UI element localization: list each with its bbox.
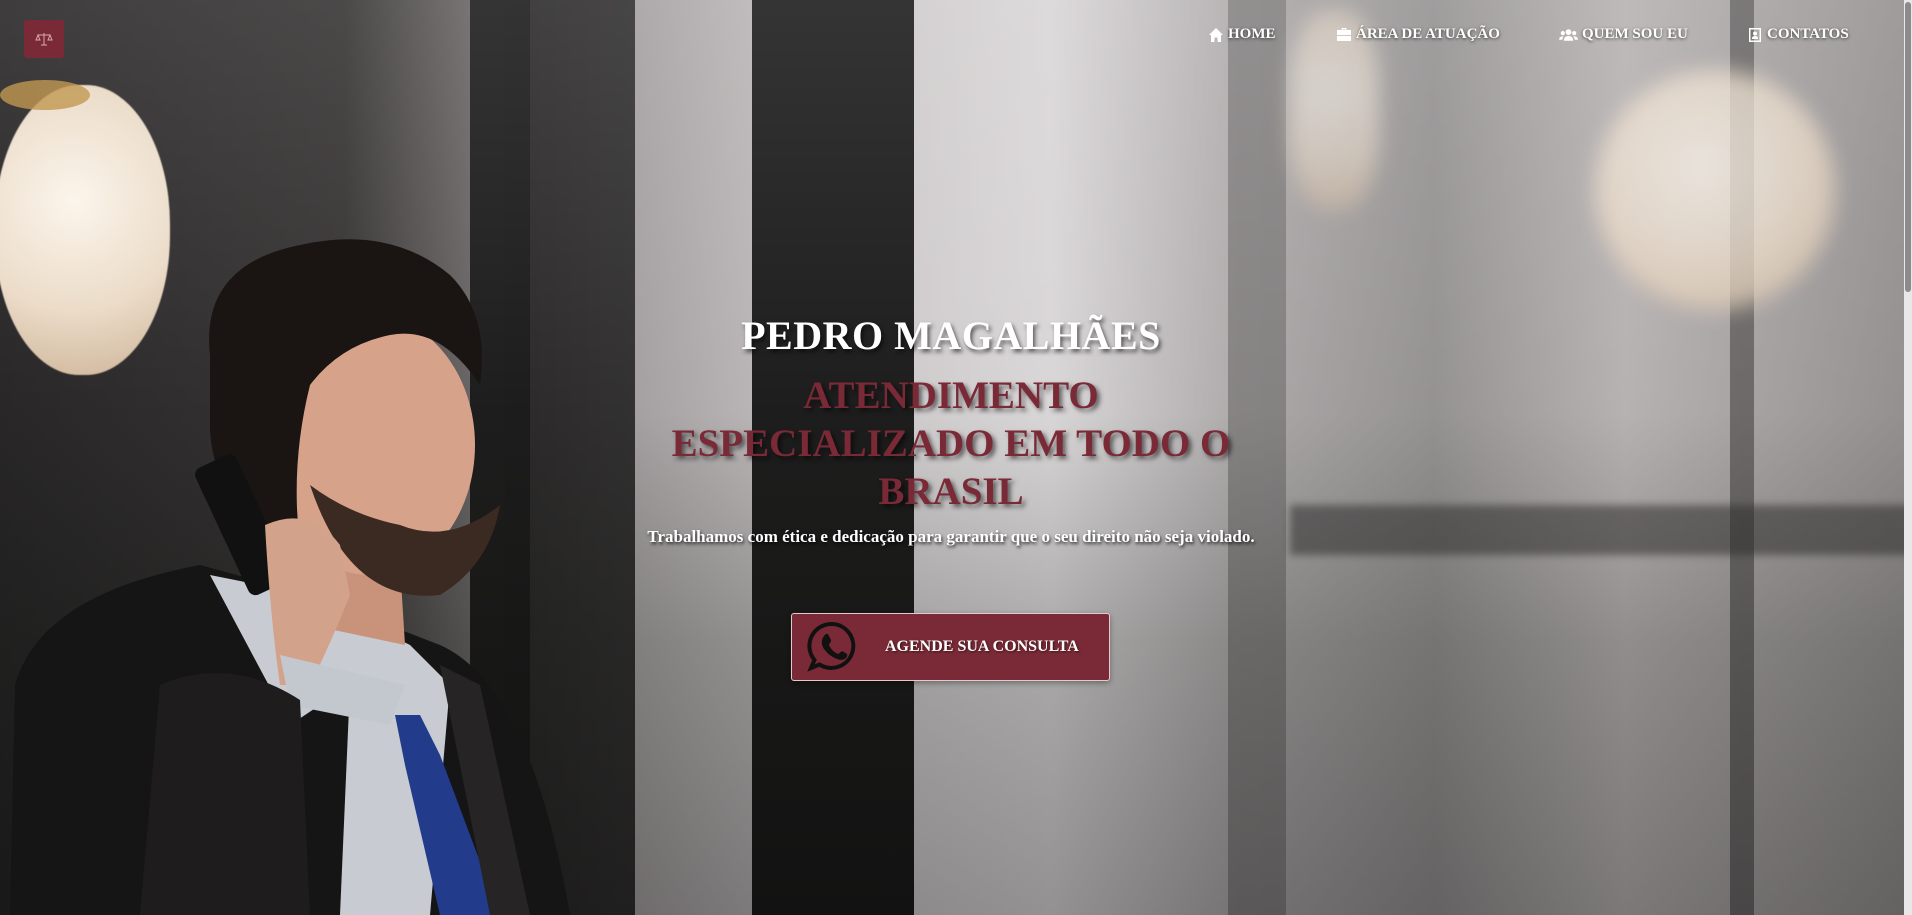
scales-icon xyxy=(35,33,53,46)
hero-title: ATENDIMENTO ESPECIALIZADO EM TODO O BRAS… xyxy=(671,374,1231,513)
nav-area-atuacao-label: ÁREA DE ATUAÇÃO xyxy=(1356,26,1500,42)
users-icon xyxy=(1559,28,1578,41)
nav-contatos[interactable]: CONTATOS xyxy=(1747,26,1849,43)
hero-name: PEDRO MAGALHÃES xyxy=(741,313,1161,358)
nav-quem-sou-eu-label: QUEM SOU EU xyxy=(1582,26,1688,42)
nav-quem-sou-eu[interactable]: QUEM SOU EU xyxy=(1559,26,1688,43)
brand-logo[interactable] xyxy=(24,20,64,58)
home-icon xyxy=(1209,27,1223,42)
schedule-consultation-button[interactable]: AGENDE SUA CONSULTA xyxy=(791,613,1110,681)
nav-area-atuacao[interactable]: ÁREA DE ATUAÇÃO xyxy=(1336,26,1500,43)
whatsapp-icon xyxy=(807,621,856,672)
contact-card-icon xyxy=(1749,27,1761,42)
hero-subtitle: Trabalhamos com ética e dedicação para g… xyxy=(647,527,1255,546)
nav-home-label: HOME xyxy=(1228,26,1276,42)
nav-home[interactable]: HOME xyxy=(1208,26,1276,43)
scrollbar-thumb[interactable] xyxy=(1905,2,1911,292)
schedule-consultation-label: AGENDE SUA CONSULTA xyxy=(885,638,1079,655)
nav-contatos-label: CONTATOS xyxy=(1767,26,1849,42)
page-scrollbar[interactable] xyxy=(1904,0,1912,915)
briefcase-icon xyxy=(1337,27,1351,41)
man-on-phone-illustration xyxy=(10,239,570,915)
